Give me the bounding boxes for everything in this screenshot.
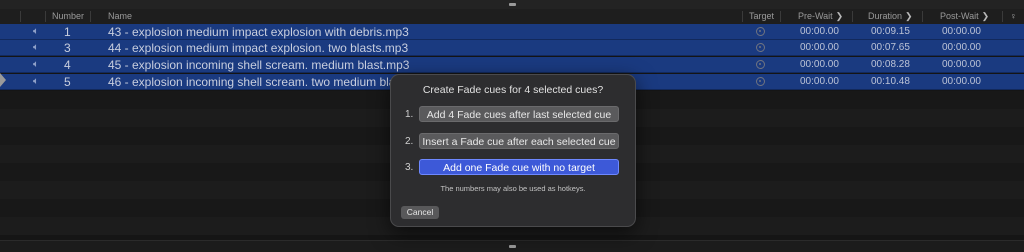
cue-post-wait: 00:00.00 <box>942 76 981 87</box>
column-separator <box>90 11 91 22</box>
column-separator <box>922 11 923 22</box>
cue-duration: 00:10.48 <box>871 76 910 87</box>
column-header-pre-wait[interactable]: Pre-Wait ❯ <box>798 9 843 24</box>
speaker-icon: 🔈︎ <box>33 59 39 70</box>
cue-number: 5 <box>64 75 71 89</box>
column-separator <box>852 11 853 22</box>
chevron-right-icon[interactable]: ❯ <box>982 11 990 21</box>
cue-post-wait: 00:00.00 <box>942 42 981 53</box>
column-separator <box>780 11 781 22</box>
create-fade-dialog: Create Fade cues for 4 selected cues? 1.… <box>390 74 636 227</box>
grip-icon <box>509 245 516 248</box>
hotkey-hint: The numbers may also be used as hotkeys. <box>440 184 586 193</box>
cue-row[interactable]: 🔈︎ 3 44 - explosion medium impact explos… <box>0 40 1024 56</box>
column-header-post-wait-label: Post-Wait <box>940 11 979 21</box>
option-number: 1. <box>405 109 414 120</box>
cue-pre-wait: 00:00.00 <box>800 76 839 87</box>
cue-number: 3 <box>64 41 71 55</box>
cue-name: 44 - explosion medium impact explosion. … <box>108 41 409 55</box>
speaker-icon: 🔈︎ <box>33 76 39 87</box>
cue-row[interactable]: 🔈︎ 4 45 - explosion incoming shell screa… <box>0 57 1024 73</box>
column-header-pre-wait-label: Pre-Wait <box>798 11 833 21</box>
column-header-number[interactable]: Number <box>52 9 84 24</box>
speaker-icon: 🔈︎ <box>33 26 39 37</box>
cue-name: 45 - explosion incoming shell scream. me… <box>108 58 410 72</box>
add-one-fade-cue-no-target-button[interactable]: Add one Fade cue with no target <box>419 159 619 175</box>
add-fade-cues-after-last-button[interactable]: Add 4 Fade cues after last selected cue <box>419 106 619 122</box>
column-header-duration[interactable]: Duration ❯ <box>868 9 913 24</box>
cue-number: 1 <box>64 25 71 39</box>
option-number: 3. <box>405 162 414 173</box>
flag-icon[interactable]: ♀ <box>1010 9 1017 24</box>
column-header-post-wait[interactable]: Post-Wait ❯ <box>940 9 989 24</box>
target-icon[interactable] <box>756 77 765 86</box>
insert-fade-cue-after-each-button[interactable]: Insert a Fade cue after each selected cu… <box>419 133 619 149</box>
cue-duration: 00:08.28 <box>871 59 910 70</box>
cue-pre-wait: 00:00.00 <box>800 59 839 70</box>
chevron-right-icon[interactable]: ❯ <box>836 11 844 21</box>
grip-icon <box>509 3 516 6</box>
option-number: 2. <box>405 136 414 147</box>
column-header-duration-label: Duration <box>868 11 903 21</box>
speaker-icon: 🔈︎ <box>33 42 39 53</box>
cue-name: 43 - explosion medium impact explosion w… <box>108 25 409 39</box>
target-icon[interactable] <box>756 27 765 36</box>
column-separator <box>45 11 46 22</box>
target-icon[interactable] <box>756 43 765 52</box>
chevron-right-icon[interactable]: ❯ <box>905 11 913 21</box>
cue-duration: 00:09.15 <box>871 26 910 37</box>
dialog-title: Create Fade cues for 4 selected cues? <box>422 84 604 96</box>
cue-post-wait: 00:00.00 <box>942 59 981 70</box>
column-separator <box>1002 11 1003 22</box>
cue-row[interactable]: 🔈︎ 1 43 - explosion medium impact explos… <box>0 24 1024 40</box>
cue-duration: 00:07.65 <box>871 42 910 53</box>
target-icon[interactable] <box>756 60 765 69</box>
column-header-name[interactable]: Name <box>108 9 132 24</box>
column-separator <box>20 11 21 22</box>
cue-name: 46 - explosion incoming shell scream. tw… <box>108 75 396 89</box>
cue-pre-wait: 00:00.00 <box>800 42 839 53</box>
playhead-icon[interactable] <box>0 73 6 87</box>
cancel-button[interactable]: Cancel <box>401 206 439 219</box>
cue-pre-wait: 00:00.00 <box>800 26 839 37</box>
cue-post-wait: 00:00.00 <box>942 26 981 37</box>
cue-list-header: Number Name Target Pre-Wait ❯ Duration ❯ P… <box>0 9 1024 25</box>
cue-number: 4 <box>64 58 71 72</box>
column-header-target[interactable]: Target <box>749 9 774 24</box>
column-separator <box>742 11 743 22</box>
bottom-resize-handle[interactable] <box>0 240 1024 252</box>
